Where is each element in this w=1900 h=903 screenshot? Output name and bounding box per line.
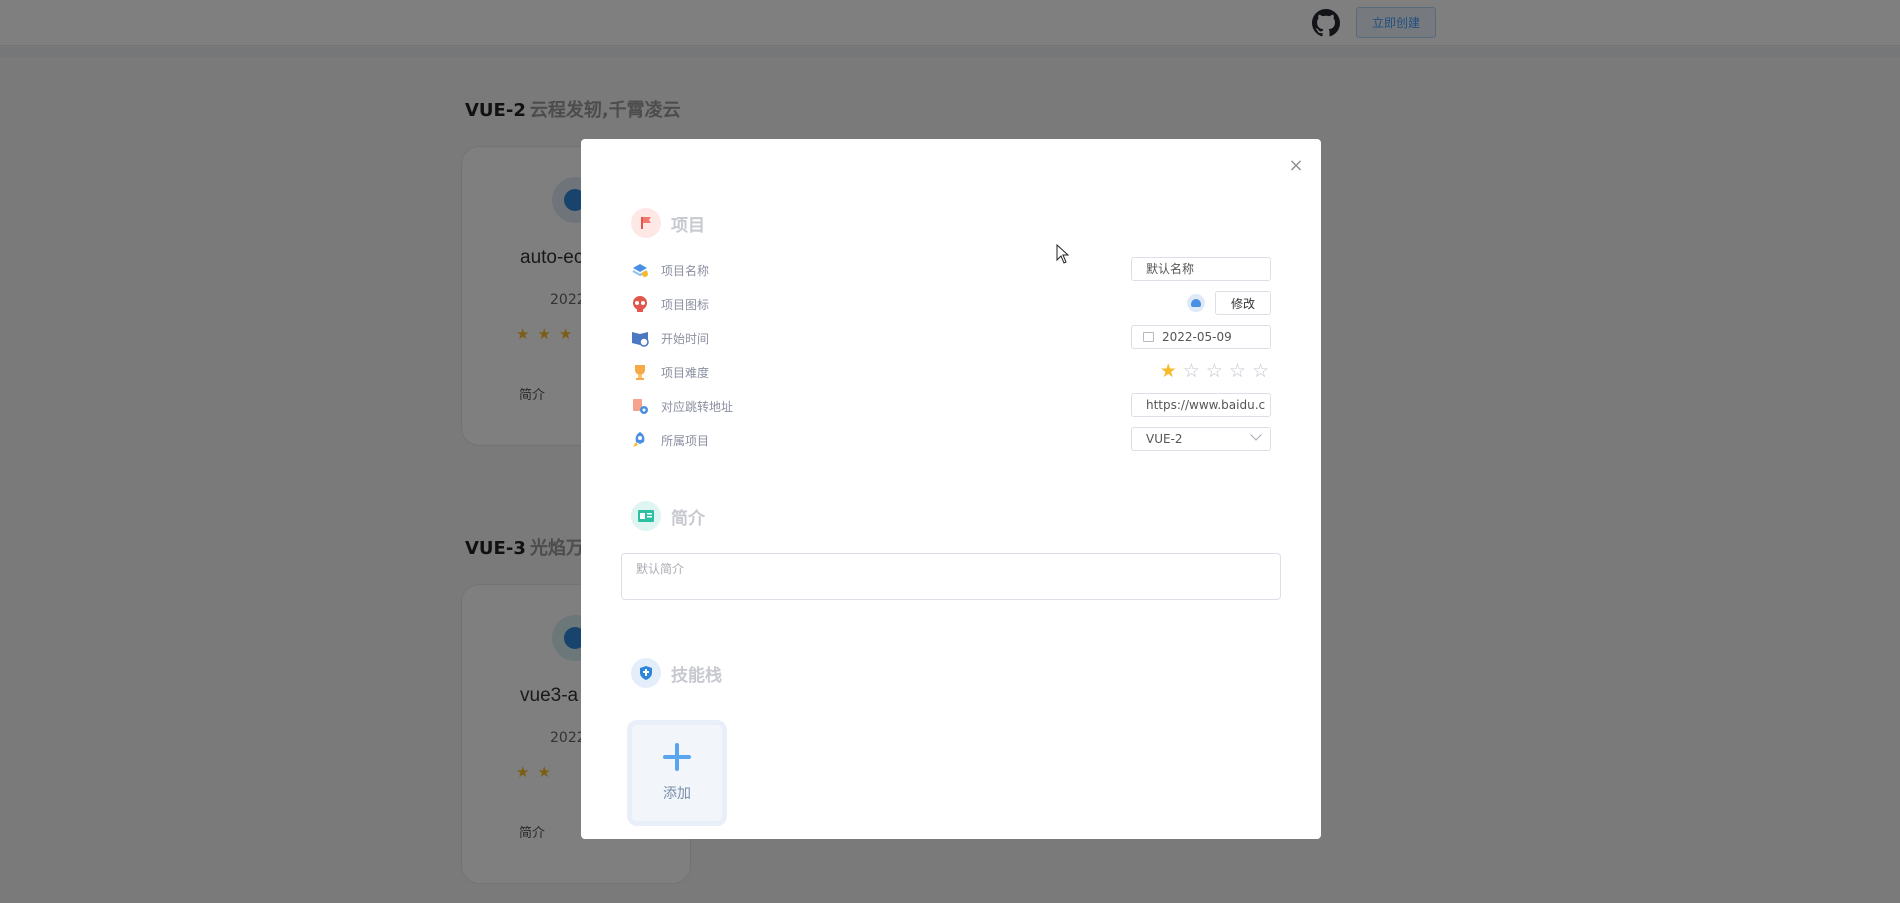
intro-textarea[interactable]: 默认简介 [621, 553, 1281, 600]
parent-project-select[interactable]: VUE-2 [1131, 427, 1271, 451]
create-project-dialog: × 项目 项目名称 默认名称 项目图标 修改 开始时间 2022-05-09 项… [581, 139, 1321, 839]
field-row-url: 对应跳转地址 https://www.baidu.c [631, 393, 1271, 419]
skills-group-header: 技能栈 [631, 658, 722, 688]
field-row-belongs: 所属项目 VUE-2 [631, 427, 1271, 453]
star-icon[interactable]: ★ [1160, 359, 1177, 383]
project-icon-preview [1187, 294, 1205, 312]
field-row-start: 开始时间 2022-05-09 [631, 325, 1271, 351]
field-label: 项目图标 [661, 298, 710, 312]
start-date-picker[interactable]: 2022-05-09 [1131, 325, 1271, 349]
link-gear-icon [633, 399, 648, 414]
plus-icon [663, 743, 691, 771]
field-row-icon: 项目图标 修改 [631, 291, 1271, 317]
mouse-cursor-icon [1056, 244, 1070, 264]
add-skill-label: 添加 [663, 786, 691, 802]
newspaper-icon [631, 501, 661, 531]
skull-icon [633, 296, 647, 312]
intro-group-label: 简介 [671, 508, 705, 529]
field-label: 项目名称 [661, 264, 710, 278]
book-clock-icon [632, 332, 649, 347]
field-row-difficulty: 项目难度 ★ ☆ ☆ ☆ ☆ [631, 359, 1271, 385]
difficulty-rating[interactable]: ★ ☆ ☆ ☆ ☆ [1160, 359, 1269, 383]
project-group-header: 项目 [631, 208, 705, 238]
calendar-icon [1143, 332, 1154, 342]
edit-icon-button[interactable]: 修改 [1215, 291, 1271, 315]
field-label: 项目难度 [661, 366, 710, 380]
field-label: 开始时间 [661, 332, 710, 346]
redirect-url-input[interactable]: https://www.baidu.c [1131, 393, 1271, 417]
star-icon[interactable]: ☆ [1206, 359, 1223, 383]
project-name-input[interactable]: 默认名称 [1131, 257, 1271, 281]
star-icon[interactable]: ☆ [1229, 359, 1246, 383]
field-label: 对应跳转地址 [661, 400, 734, 414]
rocket-icon [633, 432, 645, 447]
intro-group-header: 简介 [631, 501, 705, 531]
layers-icon [632, 264, 648, 277]
field-row-name: 项目名称 默认名称 [631, 257, 1271, 283]
shield-icon [631, 658, 661, 688]
trophy-icon [635, 365, 645, 380]
chevron-down-icon [1250, 429, 1262, 441]
star-icon[interactable]: ☆ [1252, 359, 1269, 383]
field-label: 所属项目 [661, 434, 710, 448]
project-group-label: 项目 [671, 215, 705, 236]
flag-icon [631, 208, 661, 238]
add-skill-button[interactable]: 添加 [627, 720, 727, 826]
star-icon[interactable]: ☆ [1183, 359, 1200, 383]
start-date-value: 2022-05-09 [1162, 330, 1232, 344]
skills-group-label: 技能栈 [671, 665, 722, 686]
parent-project-value: VUE-2 [1146, 432, 1183, 446]
close-icon[interactable]: × [1285, 155, 1307, 177]
